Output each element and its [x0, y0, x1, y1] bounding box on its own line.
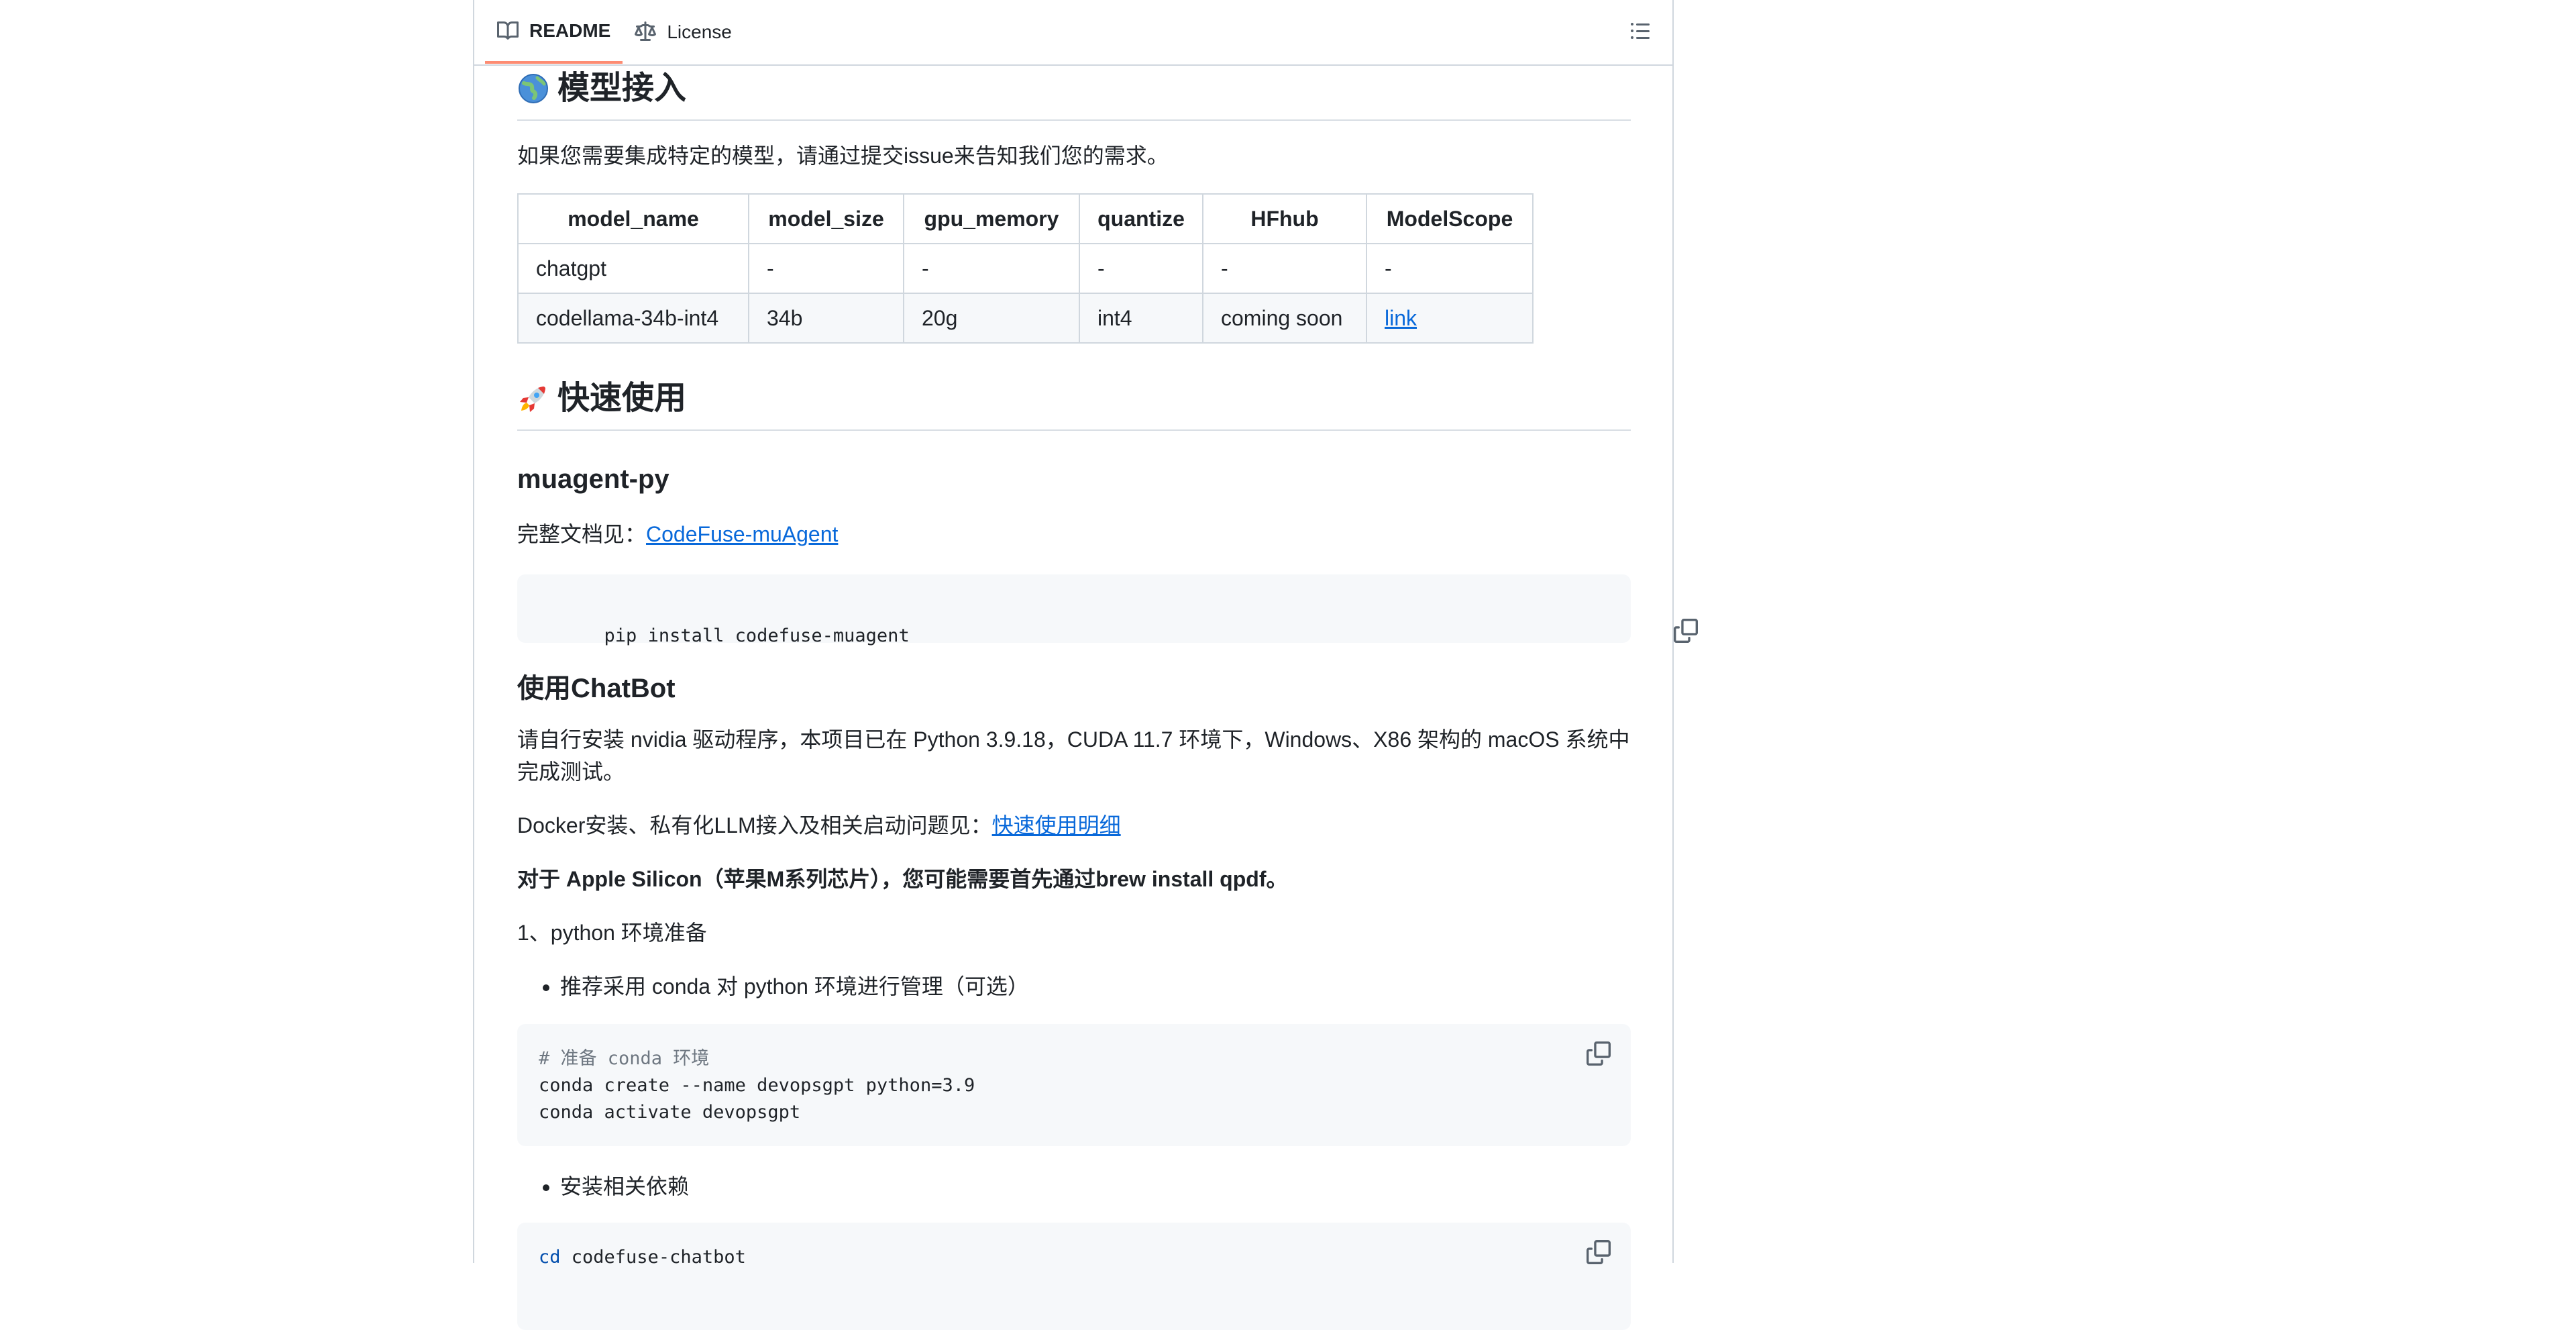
cell-model-name: chatgpt — [517, 243, 749, 294]
chatbot-heading: 使用ChatBot — [517, 674, 676, 703]
codefuse-muagent-link[interactable]: CodeFuse-muAgent — [646, 522, 838, 546]
model-access-heading: 模型接入 — [517, 67, 1631, 121]
readme-panel: README License 模型接入 如果您需要集成特定的模型，请通过提交is… — [473, 0, 1699, 1330]
cell-quantize: int4 — [1079, 293, 1203, 344]
tab-license-label: License — [667, 21, 732, 42]
col-hfhub: HFhub — [1202, 193, 1367, 244]
cell-hfhub: coming soon — [1202, 293, 1367, 344]
env-text: 请自行安装 nvidia 驱动程序，本项目已在 Python 3.9.18，CU… — [517, 727, 1630, 784]
col-model-name: model_name — [517, 193, 749, 244]
cell-modelscope: link — [1366, 293, 1534, 344]
copy-icon[interactable] — [1587, 1041, 1611, 1066]
conda-code-block: # 准备 conda 环境 conda create --name devops… — [517, 1024, 1631, 1146]
apple-silicon-note: 对于 Apple Silicon（苹果M系列芯片），您可能需要首先通过brew … — [517, 867, 1288, 891]
tab-license[interactable]: License — [623, 1, 744, 64]
book-icon — [497, 20, 519, 42]
modelscope-link[interactable]: link — [1385, 306, 1417, 330]
cd-argument: codefuse-chatbot — [560, 1247, 746, 1268]
cell-gpu-memory: 20g — [903, 293, 1080, 344]
cell-gpu-memory: - — [903, 243, 1080, 294]
conda-line-1: conda create --name devopsgpt python=3.9 — [539, 1075, 975, 1096]
table-row: codellama-34b-int4 34b 20g int4 coming s… — [517, 293, 1534, 344]
cell-modelscope: - — [1366, 243, 1534, 294]
col-modelscope: ModelScope — [1366, 193, 1534, 244]
step1-text: 1、python 环境准备 — [517, 921, 707, 945]
tab-readme-label: README — [529, 20, 611, 41]
readme-tabbar: README License — [474, 0, 1672, 66]
conda-line-2: conda activate devopsgpt — [539, 1102, 801, 1123]
list-item: 安装相关依赖 — [560, 1170, 689, 1203]
cell-quantize: - — [1079, 243, 1203, 294]
globe-icon — [517, 72, 549, 105]
list-unordered-icon — [1629, 20, 1651, 45]
cell-model-name: codellama-34b-int4 — [517, 293, 749, 344]
docker-line: Docker安装、私有化LLM接入及相关启动问题见：快速使用明细 — [517, 809, 1121, 841]
pip-code: pip install codefuse-muagent — [604, 625, 910, 646]
col-gpu-memory: gpu_memory — [903, 193, 1080, 244]
quick-start-title: 快速使用 — [557, 380, 687, 416]
cell-model-size: - — [748, 243, 904, 294]
law-scale-icon — [635, 21, 657, 43]
table-row: chatgpt - - - - - — [517, 243, 1534, 294]
pip-code-block: pip install codefuse-muagent — [517, 574, 1699, 646]
conda-comment: # 准备 conda 环境 — [539, 1048, 710, 1069]
copy-icon[interactable] — [1587, 1240, 1611, 1264]
table-header-row: model_name model_size gpu_memory quantiz… — [517, 193, 1534, 244]
list-item: 推荐采用 conda 对 python 环境进行管理（可选） — [560, 970, 1029, 1003]
cell-model-size: 34b — [748, 293, 904, 344]
col-quantize: quantize — [1079, 193, 1203, 244]
outline-button[interactable] — [1627, 19, 1654, 46]
quick-start-heading: 快速使用 — [517, 377, 1631, 431]
copy-icon[interactable] — [1587, 592, 1699, 643]
cell-hfhub: - — [1202, 243, 1367, 294]
cd-keyword: cd — [539, 1247, 561, 1268]
conda-bullet-list: 推荐采用 conda 对 python 环境进行管理（可选） — [517, 970, 1029, 1003]
doc-prefix: 完整文档见： — [517, 522, 647, 546]
muagent-heading: muagent-py — [517, 464, 669, 494]
quick-start-detail-link[interactable]: 快速使用明细 — [992, 813, 1121, 837]
tab-readme[interactable]: README — [485, 1, 623, 64]
deps-bullet-list: 安装相关依赖 — [517, 1170, 689, 1203]
docker-prefix: Docker安装、私有化LLM接入及相关启动问题见： — [517, 813, 992, 837]
cd-code-block: cd codefuse-chatbot — [517, 1223, 1631, 1330]
model-access-title: 模型接入 — [557, 70, 687, 106]
col-model-size: model_size — [748, 193, 904, 244]
doc-line: 完整文档见：CodeFuse-muAgent — [517, 518, 838, 550]
rocket-icon — [517, 382, 549, 415]
model-access-intro: 如果您需要集成特定的模型，请通过提交issue来告知我们您的需求。 — [517, 144, 1169, 168]
models-table: model_name model_size gpu_memory quantiz… — [517, 193, 1534, 344]
